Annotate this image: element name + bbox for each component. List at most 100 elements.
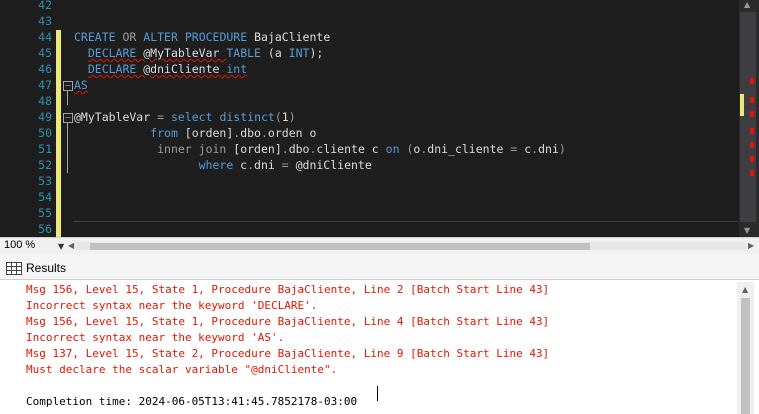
code-token: . [247, 158, 255, 172]
error-marker[interactable] [750, 97, 754, 103]
error-marker[interactable] [750, 156, 754, 162]
collapse-icon[interactable]: − [63, 113, 73, 123]
tab-results-label: Results [26, 261, 67, 275]
code-token: @dniCliente [288, 158, 372, 172]
code-token: dbo [240, 126, 261, 140]
code-token: [orden] [177, 126, 234, 140]
scroll-down-icon[interactable]: ▼ [744, 226, 750, 235]
code-token: AS [74, 78, 88, 92]
code-line[interactable]: inner join [orden].dbo.cliente c on (o.d… [74, 141, 566, 157]
error-message-line: Incorrect syntax near the keyword 'DECLA… [26, 299, 318, 312]
code-line[interactable]: DECLARE @dniCliente int [74, 61, 247, 77]
code-token: int [226, 62, 248, 76]
scroll-right-icon[interactable]: ▶ [748, 241, 754, 250]
line-number: 48 [38, 94, 52, 108]
code-token: c [233, 158, 248, 172]
results-tab-bar: Results [0, 254, 759, 280]
code-token: c [517, 142, 532, 156]
error-marker[interactable] [750, 128, 754, 134]
code-token: ( [274, 110, 282, 124]
code-token: ALTER [143, 30, 178, 44]
code-token: [orden] [226, 142, 282, 156]
code-token: TABLE [226, 46, 261, 60]
code-token: cliente c [316, 142, 386, 156]
line-number: 51 [38, 142, 52, 156]
collapse-icon[interactable]: − [63, 81, 73, 91]
grid-icon [6, 261, 22, 275]
code-line[interactable]: where c.dni = @dniCliente [74, 157, 372, 173]
code-token: ) [558, 142, 566, 156]
code-line[interactable]: CREATE OR ALTER PROCEDURE BajaCliente [74, 29, 330, 45]
code-line[interactable]: from [orden].dbo.orden o [74, 125, 316, 141]
scroll-up-icon[interactable]: ▲ [744, 0, 750, 9]
message-line: Completion time: 2024-06-05T13:41:45.785… [26, 395, 358, 408]
code-token: dbo [288, 142, 310, 156]
error-message-line: Msg 156, Level 15, State 1, Procedure Ba… [26, 315, 550, 328]
error-message-line: Msg 156, Level 15, State 1, Procedure Ba… [26, 283, 550, 296]
messages-scrollbar-thumb[interactable] [741, 298, 750, 414]
zoom-dropdown-icon[interactable]: ▼ [58, 242, 64, 251]
line-number: 53 [38, 174, 52, 188]
code-token: dni_cliente [427, 142, 511, 156]
code-token: @dniCliente [136, 62, 227, 76]
code-token: dni [254, 158, 282, 172]
error-marker[interactable] [750, 170, 754, 176]
text-caret [377, 386, 378, 401]
change-marker [740, 94, 744, 116]
code-token: inner [157, 142, 192, 156]
code-line[interactable]: AS [74, 77, 88, 93]
code-token: BajaCliente [247, 30, 331, 44]
error-marker[interactable] [750, 78, 754, 84]
line-number: 55 [38, 206, 52, 220]
code-token: orden o [267, 126, 317, 140]
line-number: 42 [38, 0, 52, 12]
editor-line-separator [74, 221, 738, 222]
line-number: 54 [38, 190, 52, 204]
line-number: 56 [38, 222, 52, 236]
fold-guide [67, 91, 68, 105]
code-token: = [281, 158, 289, 172]
tab-results[interactable]: Results [6, 258, 66, 278]
line-number: 44 [38, 30, 52, 44]
code-token: @MyTableVar [136, 46, 227, 60]
fold-guide [67, 123, 68, 173]
code-editor[interactable]: − − CREATE OR ALTER PROCEDURE BajaClient… [0, 0, 759, 237]
code-token: 1 [281, 110, 289, 124]
scroll-up-icon[interactable]: ▲ [742, 285, 748, 294]
code-token: CREATE [74, 30, 116, 44]
line-number: 45 [38, 46, 52, 60]
error-marker[interactable] [750, 111, 754, 117]
code-token: = [157, 110, 165, 124]
code-token: INT [288, 46, 310, 60]
code-token: ) [288, 110, 296, 124]
code-token: select [170, 110, 213, 124]
code-line[interactable]: DECLARE @MyTableVar TABLE (a INT); [74, 45, 323, 61]
code-token: distinct [219, 110, 275, 124]
code-line[interactable]: @MyTableVar = select distinct(1) [74, 109, 296, 125]
line-number: 46 [38, 62, 52, 76]
code-token: @MyTableVar [74, 110, 158, 124]
editor-scrollbar-thumb[interactable] [740, 12, 756, 222]
line-number: 47 [38, 78, 52, 92]
scroll-left-icon[interactable]: ◀ [68, 241, 74, 250]
code-token: join [198, 142, 227, 156]
zoom-level[interactable]: 100 % [4, 239, 35, 251]
code-token: dni [538, 142, 559, 156]
messages-pane[interactable]: Msg 156, Level 15, State 1, Procedure Ba… [0, 280, 759, 414]
line-number: 52 [38, 158, 52, 172]
change-tracking-bar [56, 30, 61, 237]
horizontal-scrollbar-thumb[interactable] [90, 243, 590, 250]
zoom-bar: 100 % ▼ ◀ ▶ [0, 237, 759, 254]
code-token: from [150, 126, 178, 140]
code-token: where [198, 158, 234, 172]
line-number: 43 [38, 14, 52, 28]
error-marker[interactable] [750, 142, 754, 148]
code-token: ); [309, 46, 324, 60]
